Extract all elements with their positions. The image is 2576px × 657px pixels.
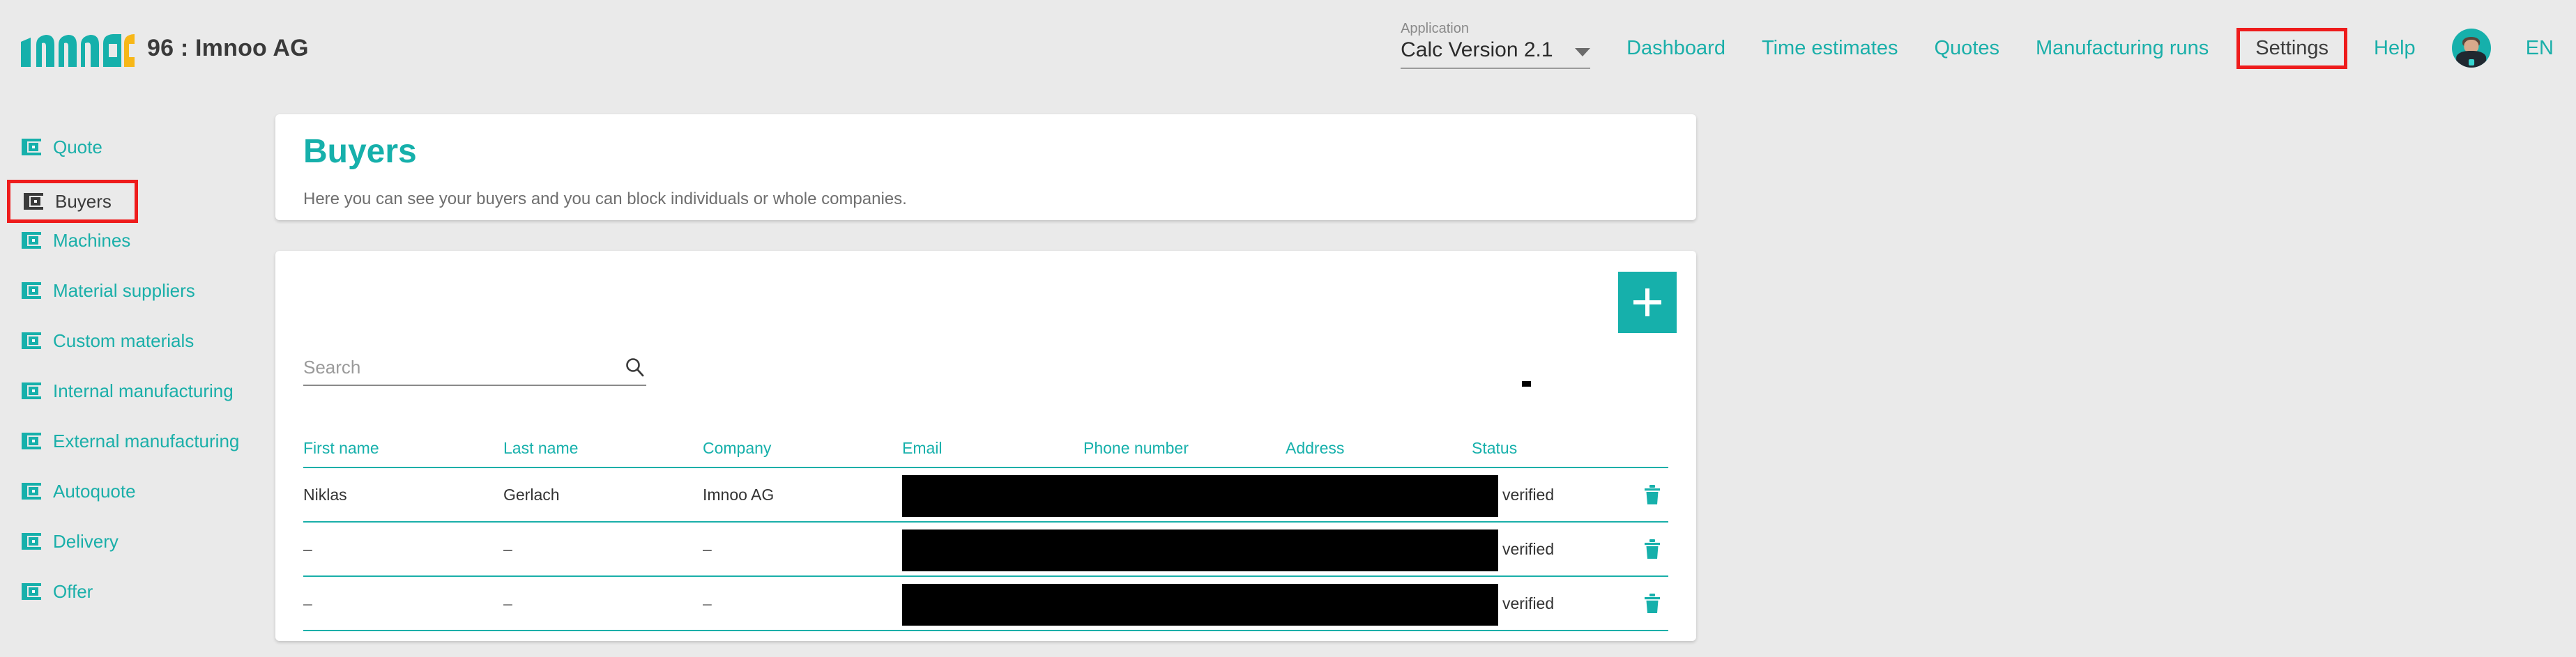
nav-item-manufacturing-runs[interactable]: Manufacturing runs [2036,37,2209,60]
sidebar-item-material-suppliers[interactable]: Material suppliers [0,273,275,308]
document-icon [21,280,43,301]
cell-last-name: Gerlach [503,485,560,504]
cell-actions [1604,539,1668,559]
column-header-status: Status [1472,438,1518,457]
language-selector[interactable]: EN [2526,37,2554,60]
cell-last-name: – [503,594,512,612]
redacted-email-bar [902,475,1498,517]
application-select-label: Application [1401,21,1469,36]
redaction-dash [1522,381,1531,387]
document-icon [21,330,43,351]
main-navigation: Dashboard Time estimates Quotes Manufact… [1626,27,2452,69]
sidebar: Quote Buyers Machines Material suppliers [0,96,275,657]
page-header-card: Buyers Here you can see your buyers and … [275,114,1696,220]
buyers-table-card: Search First name Last name Company Emai… [275,251,1696,641]
cell-first-name: Niklas [303,485,347,504]
column-header-last-name: Last name [503,438,579,457]
nav-item-help[interactable]: Help [2374,37,2416,60]
cell-actions [1604,484,1668,505]
sidebar-item-quote[interactable]: Quote [0,130,275,164]
brand-label: 96 : Imnoo AG [147,34,309,61]
sidebar-item-internal-manufacturing[interactable]: Internal manufacturing [0,373,275,408]
column-header-address: Address [1286,438,1345,457]
status-label: verified [1502,485,1555,504]
document-icon [21,581,43,602]
table-header-row: First name Last name Company Email Phone… [303,429,1668,468]
document-icon [23,191,45,212]
search-icon[interactable] [624,357,646,379]
sidebar-item-label: Offer [53,580,93,602]
document-icon [21,531,43,552]
trash-icon[interactable] [1643,539,1661,559]
sidebar-item-buyers-highlight: Buyers [7,180,138,223]
document-icon [21,481,43,502]
cell-company: – [703,539,712,558]
application-select[interactable]: Application Calc Version 2.1 [1401,21,1591,75]
document-icon [21,230,43,251]
trash-icon[interactable] [1643,593,1661,614]
sidebar-item-custom-materials[interactable]: Custom materials [0,323,275,358]
cell-first-name: – [303,539,312,558]
sidebar-item-label: Autoquote [53,480,136,502]
application-select-value: Calc Version 2.1 [1401,38,1553,61]
column-header-phone-number: Phone number [1083,438,1189,457]
main-content: Buyers Here you can see your buyers and … [275,96,2576,657]
nav-item-quotes[interactable]: Quotes [1935,37,2000,60]
imnoo-logo-icon [20,28,135,68]
cell-company: Imnoo AG [703,485,775,504]
column-header-email: Email [902,438,943,457]
redacted-email-bar [902,530,1498,571]
search-input[interactable]: Search [303,358,360,376]
cell-actions [1604,593,1668,614]
sidebar-item-label: Buyers [55,190,112,212]
column-header-company: Company [703,438,772,457]
status-label: verified [1502,594,1555,612]
sidebar-item-label: External manufacturing [53,430,240,451]
document-icon [21,137,43,157]
sidebar-item-label: Internal manufacturing [53,380,234,401]
brand[interactable]: 96 : Imnoo AG [20,28,309,68]
sidebar-item-buyers[interactable]: Buyers [23,183,135,219]
plus-icon-vertical [1645,288,1649,316]
sidebar-item-offer[interactable]: Offer [0,574,275,609]
table-row[interactable]: – – – verified [303,523,1668,577]
document-icon [21,380,43,401]
search-field[interactable]: Search [303,357,646,386]
top-header-bar: 96 : Imnoo AG Application Calc Version 2… [0,0,2576,96]
sidebar-item-autoquote[interactable]: Autoquote [0,474,275,509]
sidebar-item-label: Custom materials [53,330,195,351]
table-row[interactable]: Niklas Gerlach Imnoo AG verified [303,468,1668,523]
page-subtitle: Here you can see your buyers and you can… [303,190,907,208]
sidebar-item-label: Material suppliers [53,279,195,301]
document-icon [21,431,43,451]
sidebar-item-label: Machines [53,229,131,251]
page-title: Buyers [303,133,417,170]
sidebar-item-label: Quote [53,136,102,157]
table-row[interactable]: – – – verified [303,577,1668,631]
avatar[interactable] [2451,29,2491,68]
add-buyer-button[interactable] [1618,272,1677,333]
buyers-table: First name Last name Company Email Phone… [303,429,1668,631]
cell-first-name: – [303,594,312,612]
sidebar-item-machines[interactable]: Machines [0,223,275,258]
redacted-email-bar [902,584,1498,626]
nav-item-settings-highlight: Settings [2236,27,2348,69]
chevron-down-icon[interactable] [1575,48,1591,56]
sidebar-item-external-manufacturing[interactable]: External manufacturing [0,424,275,458]
status-label: verified [1502,539,1555,558]
sidebar-item-label: Delivery [53,530,119,552]
cell-company: – [703,594,712,612]
header-right-group: Application Calc Version 2.1 Dashboard T… [1401,0,2576,96]
trash-icon[interactable] [1643,484,1661,505]
sidebar-item-delivery[interactable]: Delivery [0,524,275,559]
nav-item-time-estimates[interactable]: Time estimates [1762,37,1898,60]
nav-item-settings[interactable]: Settings [2255,37,2329,59]
column-header-first-name: First name [303,438,379,457]
cell-last-name: – [503,539,512,558]
nav-item-dashboard[interactable]: Dashboard [1626,37,1725,60]
avatar-collar [2468,59,2474,65]
